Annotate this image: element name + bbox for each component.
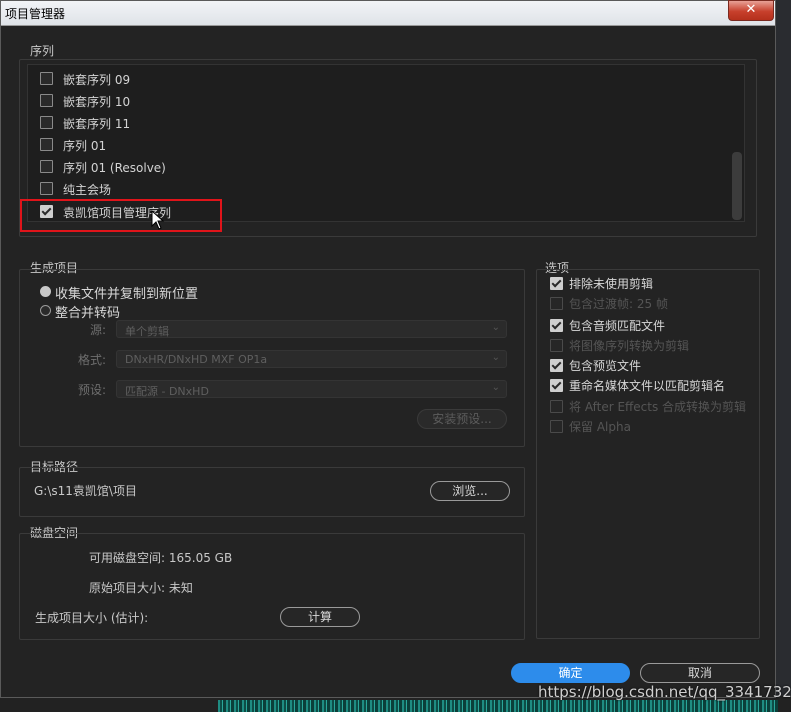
source-select-value: 单个剪辑 — [125, 325, 169, 338]
sequence-item-label: 序列 01 (Resolve) — [63, 161, 166, 175]
close-button[interactable]: ✕ — [728, 0, 774, 21]
option-label: 包含过渡帧: 25 帧 — [569, 297, 668, 311]
option-label: 排除未使用剪辑 — [569, 277, 654, 291]
option-label: 保留 Alpha — [569, 420, 631, 434]
mouse-cursor-icon — [151, 210, 165, 230]
option-checkbox[interactable] — [550, 339, 563, 352]
format-label: 格式: — [77, 353, 106, 367]
radio-consolidate-indicator[interactable] — [40, 305, 51, 316]
option-checkbox[interactable] — [550, 319, 563, 332]
preset-select[interactable]: 匹配源 - DNxHD ⌄ — [116, 380, 507, 398]
sequence-checkbox[interactable] — [40, 94, 53, 107]
chevron-down-icon: ⌄ — [491, 352, 500, 363]
sequence-item-label: 纯主会场 — [63, 183, 112, 197]
option-label: 包含音频匹配文件 — [569, 319, 666, 333]
option-label: 将 After Effects 合成转换为剪辑 — [569, 400, 747, 414]
project-manager-dialog: 项目管理器 ✕ 序列 嵌套序列 09 嵌套序列 10 嵌套序列 11 序列 01… — [0, 0, 776, 698]
option-label: 重命名媒体文件以匹配剪辑名 — [569, 379, 726, 393]
source-label: 源: — [89, 323, 106, 337]
available-disk-space: 可用磁盘空间: 165.05 GB — [89, 551, 233, 565]
sequence-checkbox[interactable] — [40, 182, 53, 195]
close-icon: ✕ — [745, 2, 757, 17]
sequence-section-label: 序列 — [30, 44, 55, 58]
sequence-checkbox[interactable] — [40, 72, 53, 85]
option-checkbox[interactable] — [550, 359, 563, 372]
sequence-item-label: 序列 01 — [63, 139, 107, 153]
option-checkbox[interactable] — [550, 277, 563, 290]
chevron-down-icon: ⌄ — [491, 322, 500, 333]
radio-collect-label: 收集文件并复制到新位置 — [55, 287, 199, 302]
sequence-scrollbar-thumb[interactable] — [732, 152, 742, 220]
target-path: G:\s11袁凯馆\项目 — [34, 484, 137, 498]
radio-collect-indicator[interactable] — [40, 286, 51, 297]
original-project-size: 原始项目大小: 未知 — [89, 581, 193, 595]
browse-button[interactable]: 浏览... — [430, 481, 510, 501]
format-select-value: DNxHR/DNxHD MXF OP1a — [125, 353, 268, 366]
option-label: 包含预览文件 — [569, 359, 642, 373]
option-label: 将图像序列转换为剪辑 — [569, 339, 690, 353]
source-select[interactable]: 单个剪辑 ⌄ — [116, 320, 507, 338]
sequence-item-label: 嵌套序列 09 — [63, 73, 131, 87]
chevron-down-icon: ⌄ — [491, 382, 500, 393]
calculate-button[interactable]: 计算 — [280, 607, 360, 627]
sequence-item-label: 嵌套序列 11 — [63, 117, 131, 131]
sequence-checkbox[interactable] — [40, 138, 53, 151]
option-checkbox[interactable] — [550, 420, 563, 433]
sequence-checkbox[interactable] — [40, 160, 53, 173]
title-bar[interactable]: 项目管理器 ✕ — [1, 0, 775, 26]
audio-waveform — [218, 700, 778, 712]
generated-project-size: 生成项目大小 (估计): — [35, 611, 149, 625]
option-checkbox[interactable] — [550, 297, 563, 310]
sequence-checkbox[interactable] — [40, 116, 53, 129]
option-checkbox[interactable] — [550, 379, 563, 392]
preset-select-value: 匹配源 - DNxHD — [125, 385, 209, 398]
ok-button[interactable]: 确定 — [511, 663, 630, 683]
sequence-item-label: 嵌套序列 10 — [63, 95, 131, 109]
cancel-button[interactable]: 取消 — [640, 663, 760, 683]
annotation-red-box — [20, 199, 222, 232]
format-select[interactable]: DNxHR/DNxHD MXF OP1a ⌄ — [116, 350, 507, 368]
radio-consolidate-label: 整合并转码 — [55, 306, 121, 321]
option-checkbox[interactable] — [550, 400, 563, 413]
window-title: 项目管理器 — [5, 7, 66, 21]
install-preset-button[interactable]: 安装预设... — [417, 409, 507, 429]
preset-label: 预设: — [77, 383, 106, 397]
watermark-url: https://blog.csdn.net/qq_33417321 — [538, 683, 791, 701]
background-right-edge — [776, 0, 791, 712]
